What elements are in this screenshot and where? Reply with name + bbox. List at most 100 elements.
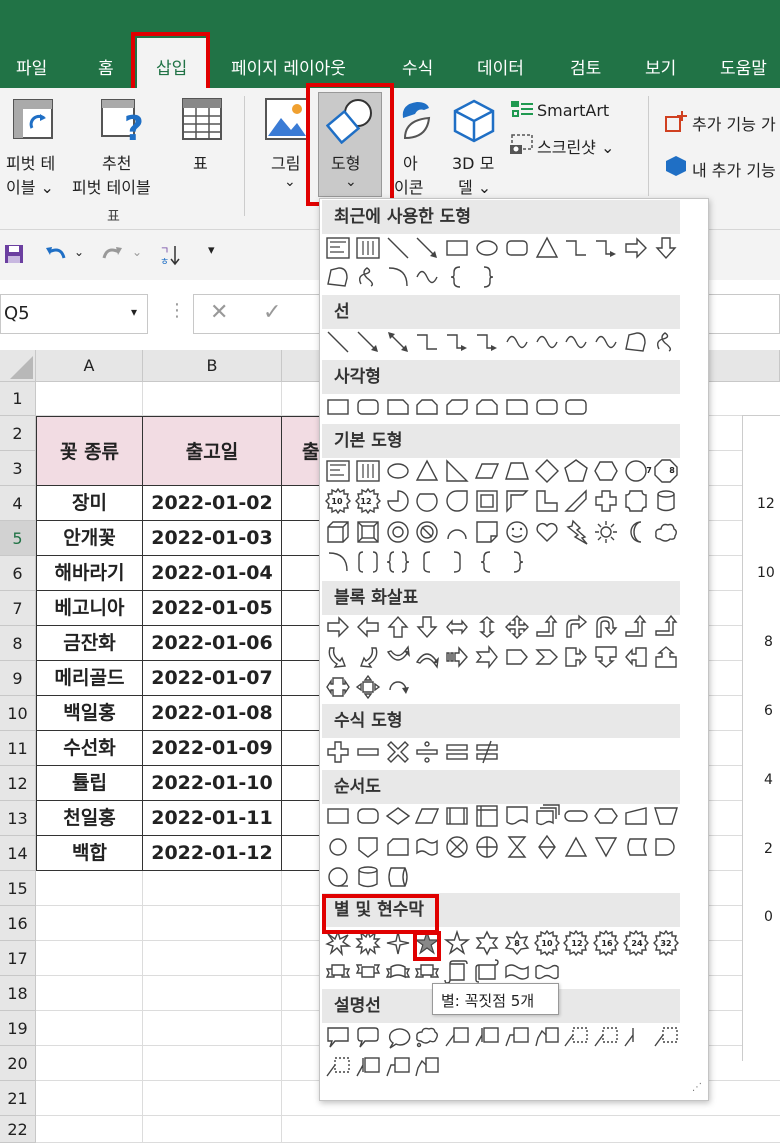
save-icon[interactable] xyxy=(4,244,24,264)
shape-fdirect[interactable] xyxy=(385,864,411,890)
shape-chord[interactable] xyxy=(414,488,440,514)
row-header[interactable]: 16 xyxy=(0,906,36,941)
screenshot-label[interactable]: 스크린샷 ⌄ xyxy=(537,134,614,158)
smartart-icon[interactable] xyxy=(510,100,534,120)
shape-bentArrow[interactable] xyxy=(563,614,589,640)
table-cell-flower[interactable]: 메리골드 xyxy=(36,661,143,696)
shape-lbrace[interactable] xyxy=(444,264,470,290)
shape-arrowline[interactable] xyxy=(355,329,381,355)
shape-star6[interactable] xyxy=(474,930,500,956)
shape-plus[interactable] xyxy=(325,739,351,765)
shape-cloud[interactable] xyxy=(653,519,679,545)
shape-divide[interactable] xyxy=(414,739,440,765)
shape-lrcallout[interactable] xyxy=(325,674,351,700)
shape-callLineDash[interactable] xyxy=(593,1024,619,1050)
tab-review[interactable]: 검토 xyxy=(570,54,601,79)
shape-lrarrow[interactable] xyxy=(444,614,470,640)
row-header[interactable]: 14 xyxy=(0,836,36,871)
shape-fmultidoc[interactable] xyxy=(534,803,560,829)
shape-pie[interactable] xyxy=(385,488,411,514)
row-header[interactable]: 19 xyxy=(0,1011,36,1046)
table-cell-flower[interactable]: 베고니아 xyxy=(36,591,143,626)
sort-icon[interactable]: ㄱㅎ xyxy=(160,243,182,267)
picture-icon[interactable] xyxy=(265,98,309,140)
shape-snip3[interactable] xyxy=(444,394,470,420)
shape-vtext[interactable] xyxy=(355,235,381,261)
shape-bevel[interactable] xyxy=(355,519,381,545)
shape-bolt[interactable] xyxy=(563,519,589,545)
shape-ribbonU[interactable] xyxy=(414,959,440,985)
table-cell-flower[interactable]: 안개꽃 xyxy=(36,521,143,556)
shape-darrow[interactable] xyxy=(414,614,440,640)
row-header[interactable]: 10 xyxy=(0,696,36,731)
table-cell-flower[interactable]: 해바라기 xyxy=(36,556,143,591)
row-header[interactable]: 1 xyxy=(0,382,36,416)
undo-icon[interactable] xyxy=(44,244,66,264)
shape-dcallout[interactable] xyxy=(593,644,619,670)
tab-formulas[interactable]: 수식 xyxy=(402,54,433,79)
select-all-corner[interactable] xyxy=(0,350,36,382)
pivot-table-label-2[interactable]: 이블 ⌄ xyxy=(6,174,54,198)
shape-moon[interactable] xyxy=(623,519,649,545)
my-add-ins-label[interactable]: 내 추가 기능 xyxy=(692,157,776,181)
shape-quad[interactable] xyxy=(504,614,530,640)
shape-rbrack[interactable] xyxy=(444,549,470,575)
shape-snip2[interactable] xyxy=(414,394,440,420)
shape-rect[interactable] xyxy=(444,235,470,261)
icons-icon[interactable] xyxy=(395,98,433,144)
table-cell-date[interactable]: 2022-01-10 xyxy=(143,766,282,801)
row-header[interactable]: 18 xyxy=(0,976,36,1011)
table-cell-partial[interactable] xyxy=(282,766,322,801)
table-cell-flower[interactable]: 천일홍 xyxy=(36,801,143,836)
shape-foffpage[interactable] xyxy=(355,834,381,860)
undo-dropdown-icon[interactable]: ⌄ xyxy=(74,245,84,259)
shape-fmerge[interactable] xyxy=(593,834,619,860)
shape-donut[interactable] xyxy=(385,519,411,545)
table-header-cell[interactable]: 출 xyxy=(282,416,322,486)
shape-minus[interactable] xyxy=(355,739,381,765)
table-cell-date[interactable]: 2022-01-03 xyxy=(143,521,282,556)
table-cell-date[interactable]: 2022-01-02 xyxy=(143,486,282,521)
shape-callRRect[interactable] xyxy=(355,1024,381,1050)
column-header-a[interactable]: A xyxy=(36,350,143,382)
shape-chevron[interactable] xyxy=(534,644,560,670)
shape-tri[interactable] xyxy=(414,458,440,484)
table-cell-flower[interactable]: 금잔화 xyxy=(36,626,143,661)
table-cell-partial[interactable] xyxy=(282,836,322,871)
shape-larrow[interactable] xyxy=(355,614,381,640)
row-header[interactable]: 8 xyxy=(0,626,36,661)
row-header[interactable]: 2 xyxy=(0,416,36,451)
shape-fprep[interactable] xyxy=(593,803,619,829)
table-cell-partial[interactable] xyxy=(282,521,322,556)
shape-uarrow[interactable] xyxy=(385,614,411,640)
3d-model-label-1[interactable]: 3D 모 xyxy=(452,150,494,174)
table-cell-date[interactable]: 2022-01-09 xyxy=(143,731,282,766)
shape-fseq[interactable] xyxy=(325,864,351,890)
table-cell-flower[interactable]: 백합 xyxy=(36,836,143,871)
shape-callLine[interactable] xyxy=(444,1024,470,1050)
shape-tri[interactable] xyxy=(534,235,560,261)
shape-callLineNoBorder[interactable] xyxy=(623,1024,649,1050)
shape-callLineAcc[interactable] xyxy=(474,1024,500,1050)
shape-arcbrack[interactable] xyxy=(325,549,351,575)
shape-freeform[interactable] xyxy=(325,264,351,290)
row-header[interactable]: 20 xyxy=(0,1046,36,1081)
shape-circArrow[interactable] xyxy=(385,674,411,700)
shape-rcallout[interactable] xyxy=(563,644,589,670)
shape-tear[interactable] xyxy=(444,488,470,514)
shape-elbowArrow[interactable] xyxy=(444,329,470,355)
shape-dwave[interactable] xyxy=(534,959,560,985)
table-label[interactable]: 표 xyxy=(193,150,208,174)
shape-fconn[interactable] xyxy=(325,834,351,860)
tab-data[interactable]: 데이터 xyxy=(477,54,524,79)
shape-freeform[interactable] xyxy=(623,329,649,355)
shape-equal[interactable] xyxy=(444,739,470,765)
shape-curvedR[interactable] xyxy=(325,644,351,670)
shape-rrect[interactable] xyxy=(563,394,589,420)
shape-dbrack[interactable] xyxy=(355,549,381,575)
shape-callLine2[interactable] xyxy=(385,1054,411,1080)
shape-snip2[interactable] xyxy=(474,394,500,420)
row-header[interactable]: 9 xyxy=(0,661,36,696)
shape-mult[interactable] xyxy=(385,739,411,765)
shape-hscroll[interactable] xyxy=(474,959,500,985)
